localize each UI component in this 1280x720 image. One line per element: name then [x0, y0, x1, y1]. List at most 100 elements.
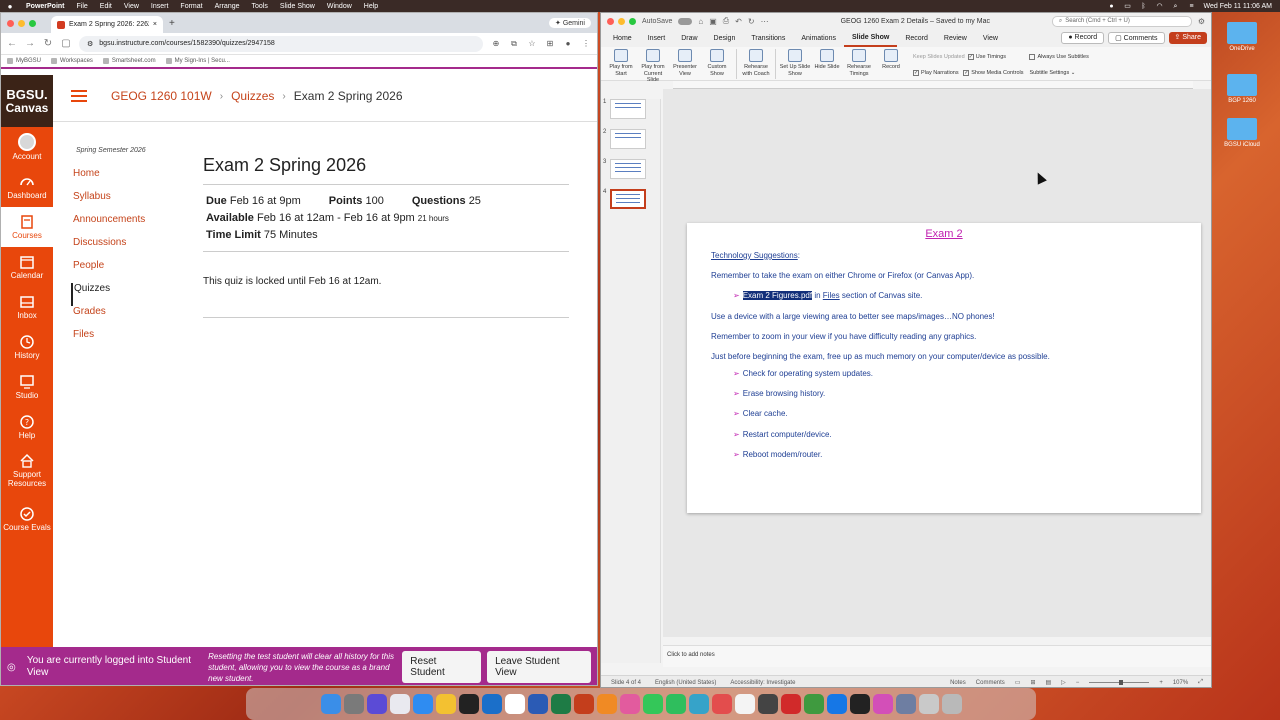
menu-arrange[interactable]: Arrange	[209, 3, 246, 10]
language-status[interactable]: English (United States)	[655, 680, 716, 686]
slide-bullet[interactable]: ➢ Check for operating system updates.	[733, 369, 873, 378]
spotlight-icon[interactable]: ⌕	[1172, 3, 1180, 10]
redo-icon[interactable]: ↻	[748, 17, 755, 26]
slide-thumbnail[interactable]	[610, 159, 647, 179]
preview-icon[interactable]	[803, 694, 824, 714]
zoom-icon[interactable]: ⊕	[491, 39, 501, 49]
play-narrations-checkbox[interactable]: ✓	[913, 69, 919, 76]
slide-bullet[interactable]: ➢ Reboot modem/router.	[733, 450, 822, 459]
settings-icon[interactable]: ⚙	[1198, 17, 1205, 26]
back-icon[interactable]: ←	[7, 38, 17, 49]
show-media-checkbox[interactable]: ✓	[963, 69, 970, 76]
new-tab-button[interactable]: +	[169, 18, 175, 29]
global-nav-account[interactable]: Account	[1, 127, 53, 167]
global-nav-inbox[interactable]: Inbox	[1, 287, 53, 327]
set-up-slide-show-button[interactable]: Set Up Slide Show	[779, 49, 811, 77]
menu-insert[interactable]: Insert	[145, 3, 175, 10]
bookmark-smartsheet[interactable]: Smartsheet.com	[102, 58, 156, 64]
siri-icon[interactable]	[366, 694, 387, 714]
zoom-slider[interactable]	[1089, 680, 1150, 685]
menu-format[interactable]: Format	[174, 3, 208, 10]
comments-toggle[interactable]: Comments	[976, 680, 1005, 686]
accessibility-status[interactable]: Accessibility: Investigate	[730, 680, 795, 686]
course-nav-home[interactable]: Home	[71, 168, 191, 191]
desktop-icon-onedrive[interactable]: OneDrive	[1218, 22, 1266, 52]
share-button[interactable]: ⇪ Share	[1168, 32, 1207, 44]
tab-view[interactable]: View	[975, 29, 1006, 47]
menu-app-powerpoint[interactable]: PowerPoint	[20, 3, 71, 10]
tab-design[interactable]: Design	[706, 29, 744, 47]
save-icon[interactable]: ▣	[709, 17, 717, 26]
safari-icon[interactable]	[412, 694, 433, 714]
play-from-start-button[interactable]: Play from Start	[605, 49, 637, 77]
close-window-icon[interactable]	[7, 20, 14, 27]
install-icon[interactable]: ⧉	[509, 39, 519, 49]
zoom-out-icon[interactable]: −	[1076, 680, 1080, 686]
global-nav-course-evals[interactable]: Course Evals	[1, 495, 53, 543]
profile-icon[interactable]: ●	[563, 39, 573, 49]
zoom-window-icon[interactable]	[29, 20, 36, 27]
hide-slide-button[interactable]: Hide Slide	[811, 49, 843, 71]
course-nav-discussions[interactable]: Discussions	[71, 237, 191, 260]
menu-edit[interactable]: Edit	[94, 3, 118, 10]
word-icon[interactable]	[527, 694, 548, 714]
thumbnail-row[interactable]: 1	[603, 99, 647, 119]
menu-view[interactable]: View	[118, 3, 145, 10]
slide-thumbnail[interactable]	[610, 129, 647, 149]
slide-bullet[interactable]: ➢ Restart computer/device.	[733, 430, 832, 439]
notes-pane[interactable]: Click to add notes	[663, 645, 1211, 667]
record-button[interactable]: ● Record	[1061, 32, 1105, 44]
sorter-view-icon[interactable]: ⊞	[1030, 679, 1035, 686]
zoom-in-icon[interactable]: +	[1159, 680, 1163, 686]
autosave-toggle[interactable]	[678, 17, 693, 25]
trash-icon[interactable]	[941, 694, 962, 714]
normal-view-icon[interactable]: ▭	[1015, 679, 1021, 686]
slide-bullet[interactable]: ➢ Clear cache.	[733, 409, 788, 418]
facetime-icon[interactable]	[665, 694, 686, 714]
app-store-icon[interactable]	[826, 694, 847, 714]
record-slide-show-button[interactable]: Record	[875, 49, 907, 71]
maps-icon[interactable]	[688, 694, 709, 714]
menu-slide-show[interactable]: Slide Show	[274, 3, 321, 10]
bookmark-workspaces[interactable]: Workspaces	[51, 58, 93, 64]
minimize-window-icon[interactable]	[18, 20, 25, 27]
presenter-view-button[interactable]: Presenter View	[669, 49, 701, 77]
tab-home[interactable]: Home	[605, 29, 640, 47]
print-icon[interactable]: ⎙	[723, 16, 729, 26]
global-nav-studio[interactable]: Studio	[1, 367, 53, 407]
ppt-search-field[interactable]: ⌕ Search (Cmd + Ctrl + U)	[1051, 15, 1192, 27]
global-nav-calendar[interactable]: Calendar	[1, 247, 53, 287]
global-nav-help[interactable]: ? Help	[1, 407, 53, 447]
slide-bullet[interactable]: ➢ Erase browsing history.	[733, 389, 825, 398]
tab-slide-show[interactable]: Slide Show	[843, 29, 898, 47]
rehearse-timings-button[interactable]: Rehearse Timings	[843, 49, 875, 77]
breadcrumb-quizzes-link[interactable]: Quizzes	[231, 89, 274, 103]
music-icon[interactable]	[711, 694, 732, 714]
powerpoint-icon[interactable]	[573, 694, 594, 714]
breadcrumb-course-link[interactable]: GEOG 1260 101W	[111, 89, 212, 103]
comments-button[interactable]: ▢ Comments	[1108, 32, 1165, 44]
course-nav-announcements[interactable]: Announcements	[71, 214, 191, 237]
slide-line-zoom[interactable]: Remember to zoom in your view if you hav…	[711, 332, 976, 341]
figures-pdf-link[interactable]: Exam 2 Figures.pdf	[742, 291, 813, 300]
menu-help[interactable]: Help	[358, 3, 384, 10]
notes-toggle[interactable]: Notes	[950, 680, 966, 686]
browser-tab[interactable]: Exam 2 Spring 2026: 2262 G ×	[51, 16, 163, 33]
calendar-app-icon[interactable]	[504, 694, 525, 714]
slide-thumbnail-selected[interactable]	[610, 189, 647, 209]
course-nav-people[interactable]: People	[71, 260, 191, 283]
global-nav-history[interactable]: History	[1, 327, 53, 367]
rehearse-with-coach-button[interactable]: Rehearse with Coach	[740, 49, 772, 77]
play-from-current-button[interactable]: Play from Current Slide	[637, 49, 669, 84]
settings-icon[interactable]	[343, 694, 364, 714]
reading-view-icon[interactable]: ▤	[1046, 679, 1052, 686]
downloads-icon[interactable]	[895, 694, 916, 714]
global-nav-support-resources[interactable]: Support Resources	[1, 447, 53, 495]
zoom-slider-thumb[interactable]	[1119, 680, 1124, 685]
slide-line-device[interactable]: Use a device with a large viewing area t…	[711, 312, 995, 321]
pages-icon[interactable]	[596, 694, 617, 714]
slide-line-figures[interactable]: ➢ Exam 2 Figures.pdf in Files section of …	[733, 291, 922, 300]
course-nav-grades[interactable]: Grades	[71, 306, 191, 329]
close-tab-icon[interactable]: ×	[153, 21, 157, 28]
zoom-level[interactable]: 107%	[1173, 680, 1188, 686]
